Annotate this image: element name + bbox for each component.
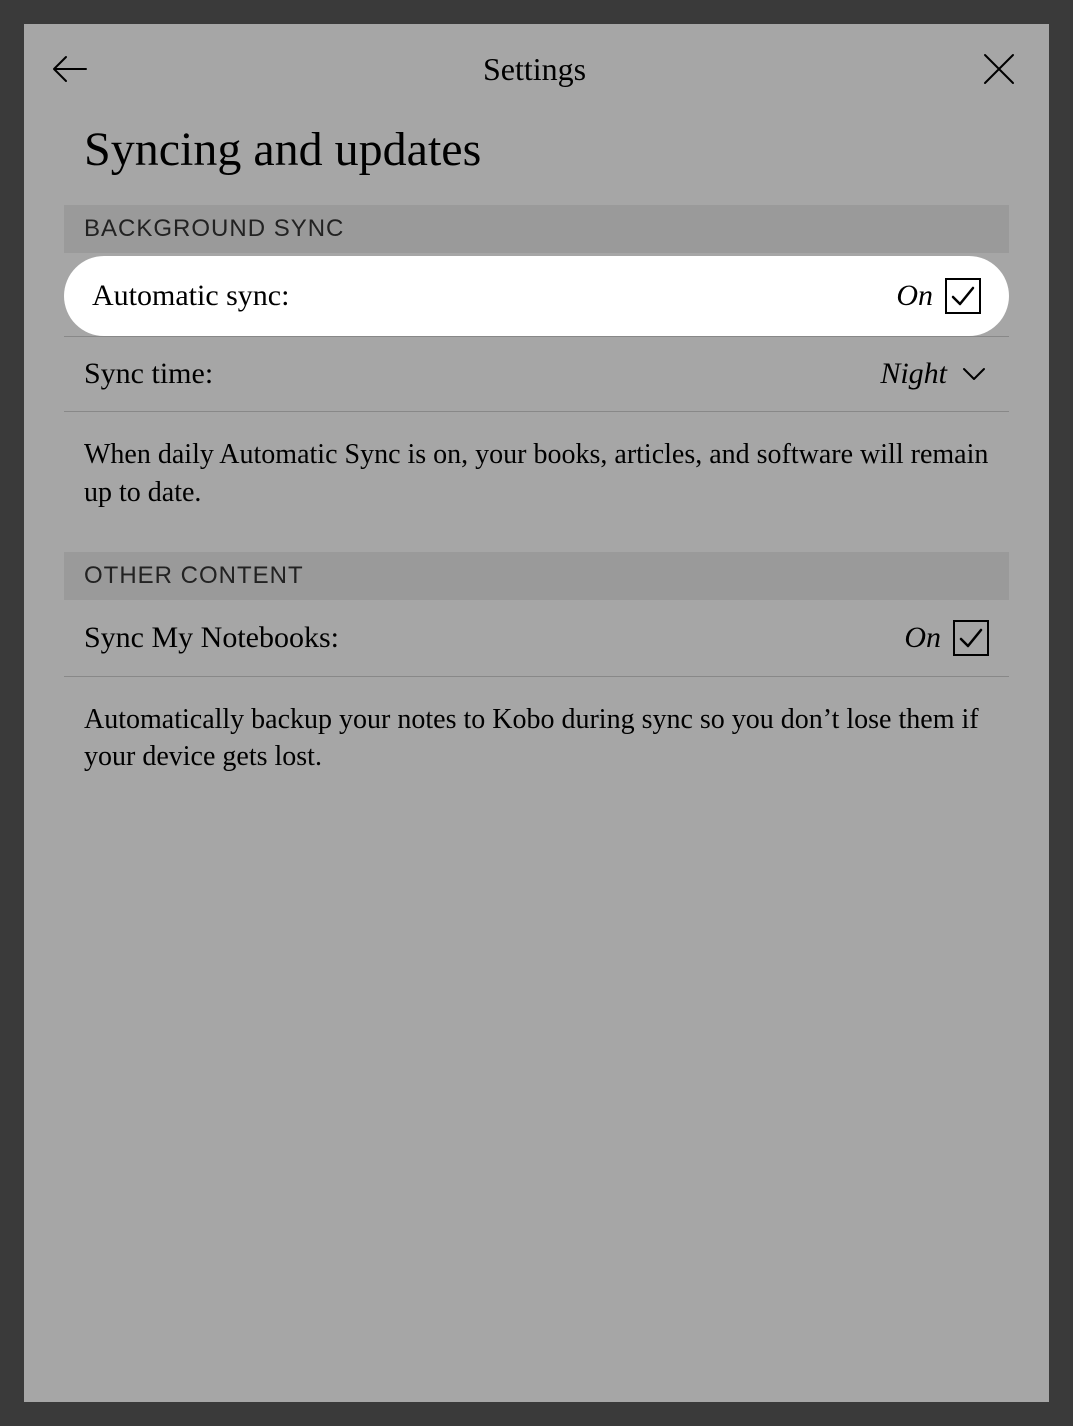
automatic-sync-row[interactable]: Automatic sync: On [64, 256, 1009, 336]
close-icon [982, 52, 1016, 86]
page-title: Syncing and updates [24, 114, 1049, 205]
checkmark-icon [957, 624, 985, 652]
automatic-sync-label: Automatic sync: [92, 279, 289, 313]
sync-time-dropdown[interactable] [959, 364, 989, 384]
sync-notebooks-checkbox[interactable] [953, 620, 989, 656]
close-button[interactable] [979, 49, 1019, 89]
sync-notebooks-value: On [904, 621, 941, 655]
chevron-down-icon [961, 366, 987, 382]
back-arrow-icon [52, 55, 88, 83]
section-header-background-sync: BACKGROUND SYNC [64, 205, 1009, 253]
other-content-description: Automatically backup your notes to Kobo … [24, 677, 1049, 817]
sync-time-row[interactable]: Sync time: Night [64, 336, 1009, 412]
header-title: Settings [90, 51, 979, 88]
automatic-sync-checkbox[interactable] [945, 278, 981, 314]
automatic-sync-value: On [896, 279, 933, 313]
background-sync-description: When daily Automatic Sync is on, your bo… [24, 412, 1049, 552]
sync-notebooks-label: Sync My Notebooks: [84, 621, 339, 655]
back-button[interactable] [50, 49, 90, 89]
sync-time-label: Sync time: [84, 357, 213, 391]
header-bar: Settings [24, 24, 1049, 114]
sync-notebooks-row[interactable]: Sync My Notebooks: On [64, 600, 1009, 677]
sync-time-value: Night [880, 357, 947, 391]
section-header-other-content: OTHER CONTENT [64, 552, 1009, 600]
checkmark-icon [949, 282, 977, 310]
